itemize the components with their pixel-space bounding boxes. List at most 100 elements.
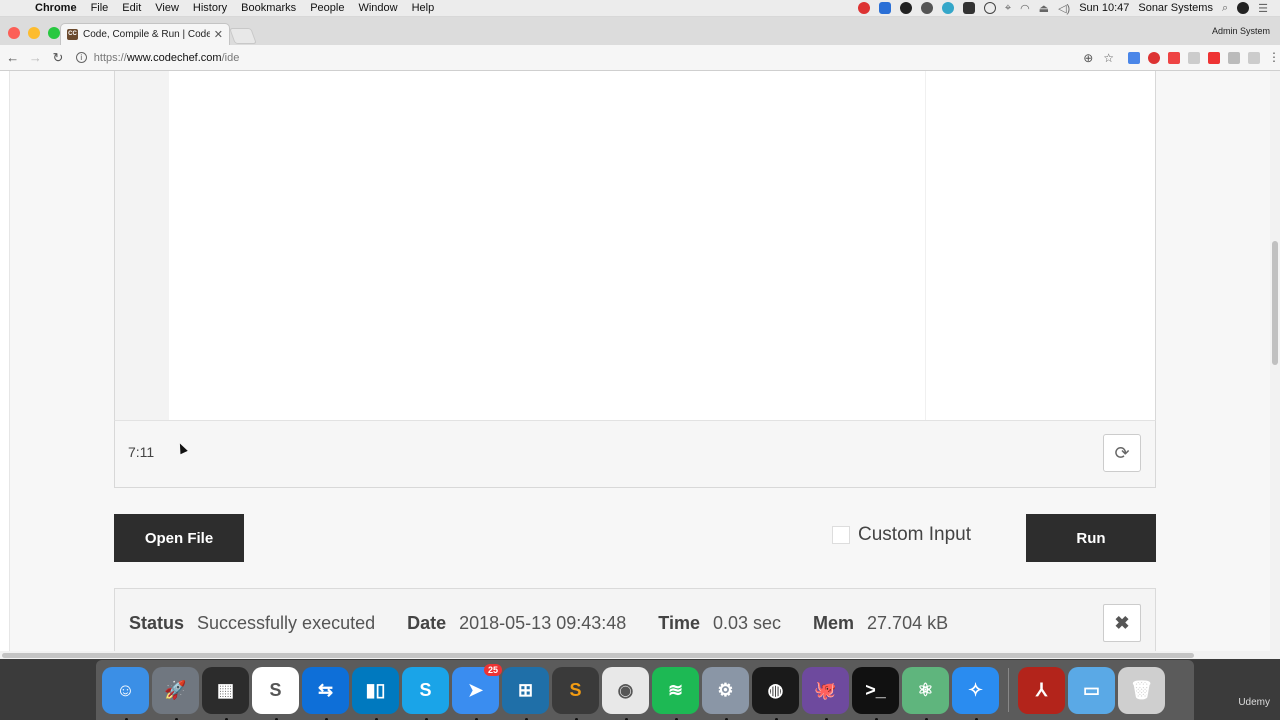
extension-icon[interactable]: [1128, 51, 1141, 64]
image-capture-icon[interactable]: ▦: [202, 666, 249, 720]
mem-label: Mem: [813, 613, 855, 633]
split-view-icon[interactable]: ⊞: [502, 666, 549, 720]
tray-app-icon[interactable]: [878, 2, 891, 14]
split-view-tray-icon[interactable]: [962, 2, 975, 14]
vertical-scrollbar[interactable]: [1270, 71, 1280, 654]
omnibox-actions: ⊕ ☆: [1083, 51, 1114, 65]
menu-view[interactable]: View: [148, 2, 186, 14]
menu-app-name[interactable]: Chrome: [28, 2, 84, 14]
extension-icon[interactable]: [1208, 51, 1221, 64]
cursor-position: 7:11: [128, 444, 155, 460]
extension-icon[interactable]: [1228, 51, 1241, 64]
downloads-folder-icon[interactable]: ▭: [1068, 666, 1115, 714]
extension-icon[interactable]: [1168, 51, 1181, 64]
codechef-favicon-icon: CC: [67, 29, 78, 40]
date-label: Date: [407, 613, 447, 633]
run-button[interactable]: Run: [1026, 514, 1156, 562]
extension-icon[interactable]: [1148, 51, 1161, 64]
launchpad-icon[interactable]: 🚀: [152, 666, 199, 720]
minimize-window-icon[interactable]: [28, 27, 40, 39]
spark-icon[interactable]: ➤ 25: [452, 663, 502, 720]
url-host: www.codechef.com: [126, 51, 222, 64]
chrome-icon[interactable]: ◉: [602, 666, 649, 720]
trash-icon[interactable]: 🗑: [1118, 666, 1165, 714]
udemy-watermark: Udemy: [1238, 697, 1270, 708]
menu-people[interactable]: People: [303, 2, 351, 14]
status-row: Status Successfully executed Date 2018-0…: [129, 613, 980, 634]
wifi-icon[interactable]: ◠: [1020, 2, 1030, 15]
horizontal-scrollbar[interactable]: [0, 651, 1280, 659]
open-file-button[interactable]: Open File: [114, 514, 244, 562]
macos-dock: ☺ 🚀 ▦ S ⇆ ▮▯ S ➤ 25 ⊞ S ◉ ≋ ⚙ ◍ 🐙 >_ ⚛ ✧ ⅄ ▭ 🗑: [96, 660, 1194, 720]
dock-separator: [1008, 668, 1009, 712]
horizontal-scrollbar-thumb[interactable]: [2, 653, 1194, 658]
tray-app-icon[interactable]: [857, 2, 870, 14]
tab-close-icon[interactable]: ✕: [214, 28, 223, 41]
browser-tab-active[interactable]: CC Code, Compile & Run | CodeChef ✕: [60, 23, 230, 45]
mem-value: 27.704 kB: [867, 613, 949, 633]
skype-icon[interactable]: S: [402, 666, 449, 720]
terminal-icon[interactable]: >_: [852, 666, 899, 720]
menu-edit[interactable]: Edit: [115, 2, 148, 14]
menu-clock[interactable]: Sun 10:47: [1079, 2, 1129, 14]
new-tab-button[interactable]: [229, 28, 257, 44]
notification-center-icon[interactable]: ☰: [1258, 2, 1268, 15]
teamviewer-icon[interactable]: ⇆: [302, 666, 349, 720]
custom-input-toggle[interactable]: Custom Input: [832, 524, 971, 546]
custom-input-checkbox[interactable]: [832, 526, 850, 544]
site-info-icon[interactable]: i: [75, 52, 87, 63]
close-window-icon[interactable]: [8, 27, 20, 39]
maximize-window-icon[interactable]: [48, 27, 60, 39]
status-label: Status: [129, 613, 185, 633]
status-value: Successfully executed: [197, 613, 376, 633]
slack-icon[interactable]: S: [252, 666, 299, 720]
refresh-icon: ⟳: [1114, 442, 1130, 463]
profile-name[interactable]: Admin System: [1212, 26, 1270, 36]
atom-icon[interactable]: ⚛: [902, 666, 949, 720]
obs-icon[interactable]: ◍: [752, 666, 799, 720]
trello-icon[interactable]: ▮▯: [352, 666, 399, 720]
tab-title: Code, Compile & Run | CodeChef: [83, 29, 210, 40]
page-left-margin: [0, 71, 10, 654]
reload-icon[interactable]: ↻: [48, 50, 68, 66]
chrome-menu-icon[interactable]: ⋮: [1268, 51, 1280, 64]
time-machine-icon[interactable]: [983, 2, 996, 14]
forward-arrow-icon[interactable]: →: [26, 50, 46, 65]
address-bar[interactable]: i https://www.codechef.com/ide ⊕ ☆: [75, 48, 1114, 68]
bookmark-star-icon[interactable]: ☆: [1103, 51, 1114, 65]
finder-icon[interactable]: ☺: [102, 666, 149, 720]
reset-editor-button[interactable]: ⟳: [1103, 434, 1141, 472]
menu-bookmarks[interactable]: Bookmarks: [234, 2, 303, 14]
custom-input-label[interactable]: Custom Input: [858, 524, 971, 546]
notification-badge: 25: [483, 663, 502, 676]
menu-user-name[interactable]: Sonar Systems: [1138, 2, 1213, 14]
codechef-ide-page: 7:11 ⟳ Open File Custom Input Run Status…: [0, 71, 1280, 654]
extension-icon[interactable]: [1188, 51, 1201, 64]
bluetooth-icon[interactable]: ⌖: [1005, 2, 1011, 15]
system-preferences-icon[interactable]: ⚙: [702, 666, 749, 720]
execution-status-bar: Status Successfully executed Date 2018-0…: [114, 588, 1156, 654]
siri-icon[interactable]: [1237, 2, 1250, 14]
zoom-icon[interactable]: ⊕: [1083, 51, 1093, 65]
back-arrow-icon[interactable]: ←: [3, 50, 23, 65]
grammarly-icon[interactable]: [941, 2, 954, 14]
acrobat-icon[interactable]: ⅄: [1018, 666, 1065, 714]
sublime-text-icon[interactable]: S: [552, 666, 599, 720]
creative-cloud-icon[interactable]: [920, 2, 933, 14]
macos-menu-bar: Chrome File Edit View History Bookmarks …: [0, 0, 1280, 17]
menu-file[interactable]: File: [84, 2, 116, 14]
safari-icon[interactable]: ✧: [952, 666, 999, 720]
vertical-scrollbar-thumb[interactable]: [1272, 241, 1278, 365]
close-status-button[interactable]: ✖: [1103, 604, 1141, 642]
browser-toolbar: ← → ↻ i https://www.codechef.com/ide ⊕ ☆…: [0, 45, 1280, 71]
github-desktop-icon[interactable]: 🐙: [802, 666, 849, 720]
eject-icon[interactable]: ⏏: [1039, 2, 1049, 15]
menu-window[interactable]: Window: [351, 2, 404, 14]
cloud-icon[interactable]: [899, 2, 912, 14]
spotlight-search-icon[interactable]: ⌕: [1222, 2, 1228, 15]
extension-icon[interactable]: [1248, 51, 1261, 64]
spotify-icon[interactable]: ≋: [652, 666, 699, 720]
volume-icon[interactable]: ◁): [1058, 2, 1070, 15]
menu-help[interactable]: Help: [405, 2, 442, 14]
menu-history[interactable]: History: [186, 2, 234, 14]
